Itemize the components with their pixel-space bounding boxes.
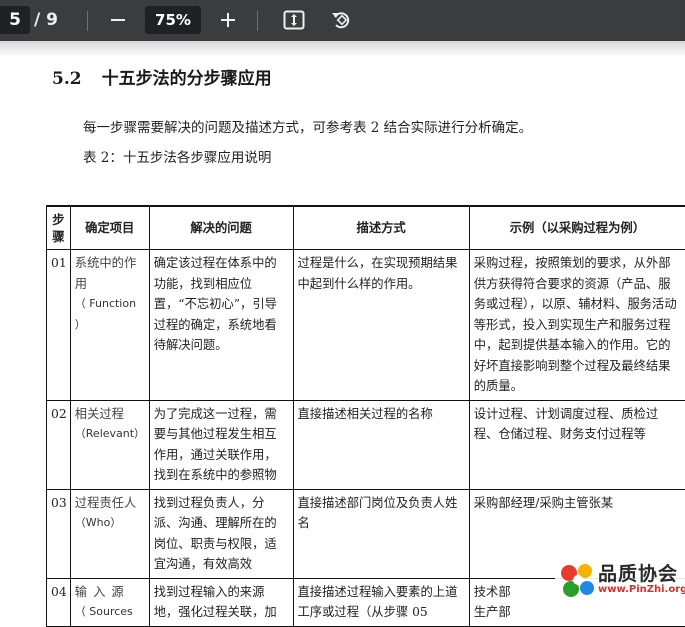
toolbar-shadow <box>0 41 685 57</box>
header-method: 描述方式 <box>293 207 469 250</box>
item-name: 输入源 <box>75 582 145 603</box>
item-english: （Who） <box>75 513 145 534</box>
table-header-row: 步骤 确定项目 解决的问题 描述方式 示例（以采购过程为例） <box>47 207 685 250</box>
method-cell: 过程是什么，在实现预期结果中起到什么样的作用。 <box>293 250 469 401</box>
page-number-input[interactable]: 5 <box>0 6 30 34</box>
item-name: 系统中的作用 <box>75 253 145 294</box>
method-cell: 直接描述部门岗位及负责人姓名 <box>293 489 469 578</box>
fit-to-page-button[interactable] <box>279 6 309 34</box>
watermark-url: www.PinZhi.org <box>598 584 685 595</box>
table-row: 01 系统中的作用 （ Function ） 确定该过程在体系中的功能，找到相应… <box>47 250 685 401</box>
header-item: 确定项目 <box>70 207 149 250</box>
zoom-level-input[interactable]: 75% <box>145 6 201 34</box>
page-total: / 9 <box>34 10 58 30</box>
item-cell: 输入源 （ Sources <box>70 578 149 626</box>
item-cell: 相关过程 （Relevant） <box>70 400 149 489</box>
header-step: 步骤 <box>47 207 71 250</box>
item-cell: 过程责任人 （Who） <box>70 489 149 578</box>
toolbar-divider <box>257 11 258 31</box>
plus-icon <box>220 12 236 28</box>
step-number: 04 <box>47 578 71 626</box>
body-paragraph: 每一步骤需要解决的问题及描述方式，可参考表 2 结合实际进行分析确定。 <box>83 116 532 136</box>
minus-icon <box>110 12 126 28</box>
brand-logo-icon <box>557 559 597 601</box>
section-heading: 5.2 十五步法的分步骤应用 <box>52 64 272 89</box>
header-problem: 解决的问题 <box>149 207 293 250</box>
rotate-icon <box>330 9 352 31</box>
example-cell: 采购过程，按照策划的要求，从外部供方获得符合要求的资源（产品、服务或过程），以原… <box>469 250 685 401</box>
item-name: 过程责任人 <box>75 493 145 514</box>
method-cell: 直接描述过程输入要素的上道工序或过程（从步骤 05 <box>293 578 469 626</box>
watermark-logo: 品质协会 www.PinZhi.org <box>555 557 685 603</box>
step-number: 01 <box>47 250 71 401</box>
table-caption: 表 2：十五步法各步骤应用说明 <box>83 146 271 166</box>
table-row: 02 相关过程 （Relevant） 为了完成这一过程，需要与其他过程发生相互作… <box>47 400 685 489</box>
step-number: 03 <box>47 489 71 578</box>
example-cell: 设计过程、计划调度过程、质检过程、仓储过程、财务支付过程等 <box>469 400 685 489</box>
section-title: 十五步法的分步骤应用 <box>102 69 272 89</box>
toolbar-divider <box>87 11 88 31</box>
problem-cell: 找到过程负责人，分派、沟通、理解所在的岗位、职责与权限，适宜沟通，有效高效 <box>149 489 293 578</box>
item-english: （ Function ） <box>75 294 145 335</box>
item-english: （ Sources <box>75 602 145 623</box>
method-cell: 直接描述相关过程的名称 <box>293 400 469 489</box>
section-number: 5.2 <box>52 69 82 89</box>
watermark-brand: 品质协会 <box>598 559 678 586</box>
header-example: 示例（以采购过程为例） <box>469 207 685 250</box>
pdf-toolbar: 5 / 9 75% <box>0 0 685 41</box>
problem-cell: 找到过程输入的来源地，强化过程关联，加 <box>149 578 293 626</box>
item-cell: 系统中的作用 （ Function ） <box>70 250 149 401</box>
item-english: （Relevant） <box>75 424 145 445</box>
zoom-in-button[interactable] <box>213 6 243 34</box>
problem-cell: 为了完成这一过程，需要与其他过程发生相互作用，通过关联作用，找到在系统中的参照物 <box>149 400 293 489</box>
item-name: 相关过程 <box>75 404 145 425</box>
rotate-button[interactable] <box>326 6 356 34</box>
problem-cell: 确定该过程在体系中的功能，找到相应位置，“不忘初心”，引导过程的确定，系统地看待… <box>149 250 293 401</box>
fit-page-icon <box>283 10 305 30</box>
zoom-out-button[interactable] <box>103 6 133 34</box>
step-number: 02 <box>47 400 71 489</box>
